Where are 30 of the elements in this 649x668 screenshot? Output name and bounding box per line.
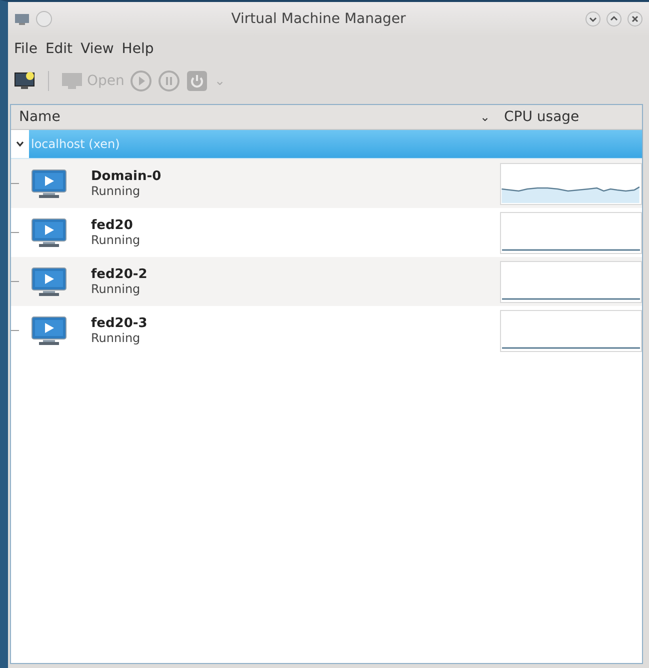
- vm-name: fed20-2: [91, 267, 148, 282]
- monitor-icon: [14, 13, 30, 25]
- menu-item[interactable]: View: [80, 41, 114, 57]
- vm-status: Running: [91, 184, 142, 198]
- monitor-play-icon: [31, 168, 67, 198]
- vm-row[interactable]: fed20-2 Running: [11, 257, 642, 306]
- column-header[interactable]: CPU usage: [504, 109, 634, 125]
- vm-name: Domain-0: [91, 169, 162, 184]
- new-vm-button[interactable]: [14, 71, 36, 91]
- monitor-play-icon: [31, 218, 67, 248]
- vm-row[interactable]: fed20-3 Running: [11, 306, 642, 355]
- maximize-button[interactable]: [606, 11, 622, 27]
- window-title: Virtual Machine Manager: [230, 11, 407, 27]
- monitor-play-icon: [31, 316, 67, 346]
- vm-row[interactable]: fed20 Running: [11, 208, 642, 257]
- menu-item[interactable]: File: [14, 41, 38, 57]
- vm-status: Running: [91, 282, 142, 296]
- minimize-button[interactable]: [585, 11, 601, 27]
- vm-row[interactable]: Domain-0 Running: [11, 159, 642, 208]
- vm-name: fed20-3: [91, 316, 148, 331]
- monitor-play-icon: [31, 266, 67, 296]
- vm-status: Running: [91, 331, 142, 345]
- monitor-icon: [61, 72, 83, 90]
- menu-item[interactable]: Edit: [45, 41, 73, 57]
- menu-item[interactable]: Help: [122, 41, 154, 57]
- close-button[interactable]: [627, 11, 643, 27]
- sort-indicator[interactable]: ⌄: [480, 110, 490, 124]
- vm-status: Running: [91, 233, 142, 247]
- vm-name: fed20: [91, 218, 134, 233]
- column-header[interactable]: Name: [19, 109, 480, 125]
